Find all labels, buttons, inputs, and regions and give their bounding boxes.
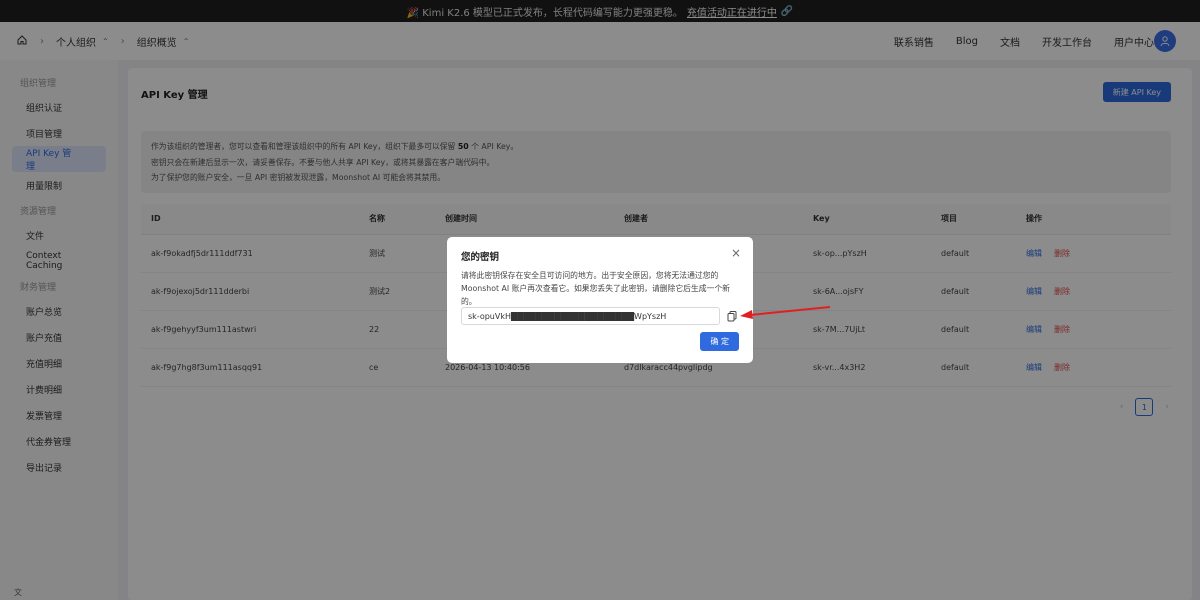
key-row [461, 307, 739, 325]
secret-key-modal: 您的密钥 × 请将此密钥保存在安全且可访问的地方。出于安全原因，您将无法通过您的… [447, 237, 753, 363]
copy-icon[interactable] [725, 309, 739, 323]
modal-title: 您的密钥 [461, 252, 500, 263]
annotation-arrow-icon [740, 306, 831, 319]
confirm-button[interactable]: 确 定 [700, 332, 739, 351]
secret-key-field[interactable] [461, 307, 720, 325]
close-icon[interactable]: × [731, 246, 741, 260]
modal-description: 请将此密钥保存在安全且可访问的地方。出于安全原因，您将无法通过您的 Moonsh… [461, 271, 730, 306]
